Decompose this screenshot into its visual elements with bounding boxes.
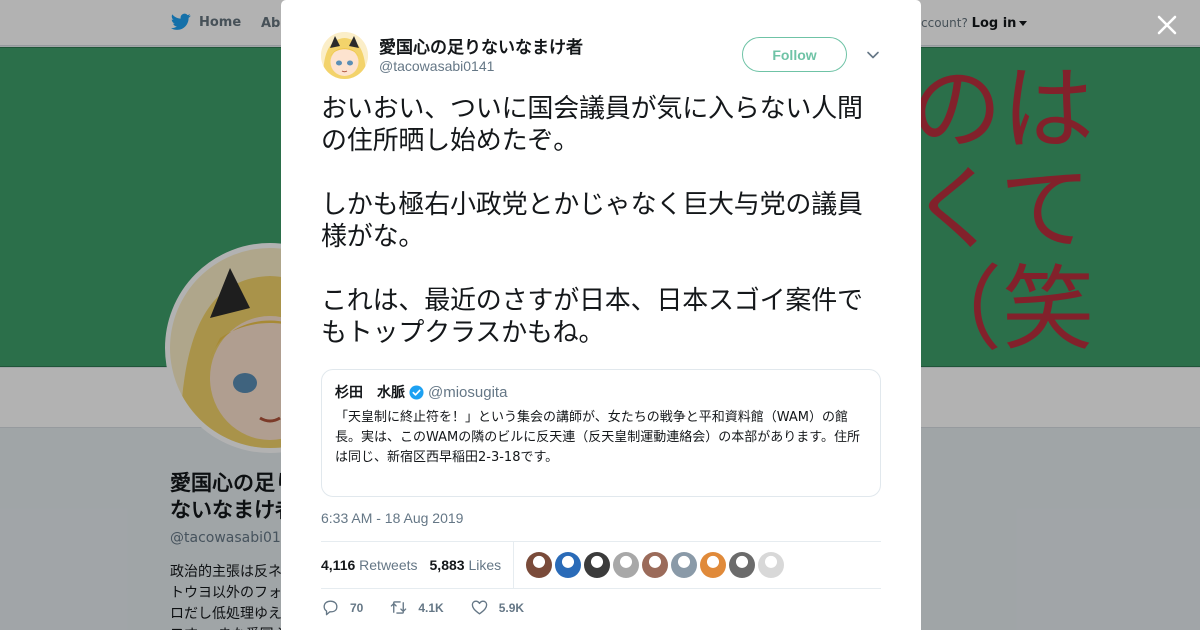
retweets-count: 4,116 bbox=[321, 557, 356, 573]
retweet-count: 4.1K bbox=[418, 600, 444, 615]
quoted-author-handle: @miosugita bbox=[428, 383, 508, 401]
retweet-icon bbox=[391, 601, 407, 614]
tweet-actions: 70 4.1K 5.9K bbox=[321, 598, 550, 617]
tweet-modal: 愛国心の足りないなまけ者 @tacowasabi0141 Follow おいおい… bbox=[281, 0, 921, 630]
retweet-button[interactable]: 4.1K bbox=[389, 598, 444, 617]
like-button[interactable]: 5.9K bbox=[470, 598, 524, 617]
tweet-author-handle[interactable]: @tacowasabi0141 bbox=[379, 58, 494, 74]
quoted-tweet[interactable]: 杉田 水脈 @miosugita 「天皇制に終止符を！」という集会の講師が、女た… bbox=[321, 369, 881, 497]
liker-avatar[interactable] bbox=[613, 552, 640, 578]
liker-avatars bbox=[526, 552, 785, 578]
likes-stat[interactable]: 5,883 Likes bbox=[430, 557, 502, 573]
liker-avatar[interactable] bbox=[555, 552, 582, 578]
liker-avatar[interactable] bbox=[526, 552, 553, 578]
tweet-stats: 4,116 Retweets 5,883 Likes bbox=[321, 541, 881, 589]
reply-button[interactable]: 70 bbox=[321, 598, 363, 617]
stats-divider bbox=[513, 541, 515, 589]
reply-icon bbox=[323, 600, 338, 616]
close-icon[interactable] bbox=[1152, 10, 1182, 40]
tweet-author-avatar[interactable] bbox=[321, 32, 368, 79]
quoted-tweet-header: 杉田 水脈 @miosugita bbox=[335, 382, 867, 402]
likes-count: 5,883 bbox=[429, 557, 465, 573]
tweet-text: おいおい、ついに国会議員が気に入らない人間の住所晒し始めたぞ。 しかも極右小政党… bbox=[321, 94, 863, 348]
reply-count: 70 bbox=[350, 600, 364, 615]
liker-avatar[interactable] bbox=[700, 552, 727, 578]
like-count: 5.9K bbox=[498, 600, 525, 615]
avatar-illustration bbox=[321, 32, 368, 79]
chevron-down-icon[interactable] bbox=[866, 48, 880, 62]
tweet-author-name[interactable]: 愛国心の足りないなまけ者 bbox=[379, 33, 583, 58]
liker-avatar[interactable] bbox=[729, 552, 756, 578]
like-icon bbox=[471, 600, 488, 615]
quoted-author-name: 杉田 水脈 bbox=[335, 385, 405, 401]
likes-label: Likes bbox=[468, 557, 502, 573]
liker-avatar[interactable] bbox=[758, 552, 785, 578]
retweets-stat[interactable]: 4,116 Retweets bbox=[321, 557, 418, 573]
liker-avatar[interactable] bbox=[642, 552, 669, 578]
liker-avatar[interactable] bbox=[584, 552, 611, 578]
quoted-tweet-text: 「天皇制に終止符を！」という集会の講師が、女たちの戦争と平和資料館（WAM）の館… bbox=[335, 410, 860, 465]
verified-badge-icon bbox=[409, 384, 424, 400]
liker-avatar[interactable] bbox=[671, 552, 698, 578]
retweets-label: Retweets bbox=[359, 557, 418, 573]
tweet-timestamp[interactable]: 6:33 AM - 18 Aug 2019 bbox=[321, 510, 463, 526]
follow-button[interactable]: Follow bbox=[742, 37, 847, 72]
